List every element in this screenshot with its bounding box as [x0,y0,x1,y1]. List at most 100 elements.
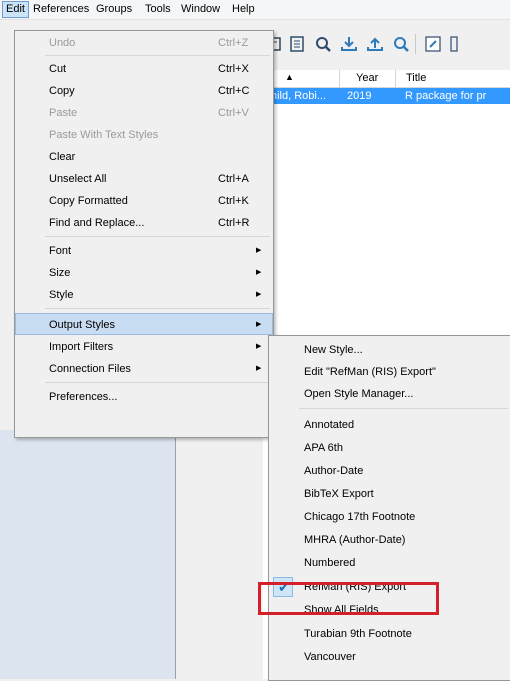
menu-item-label: Paste [49,107,78,119]
style-chicago-17th-footnote[interactable]: Chicago 17th Footnote [269,506,510,528]
submenu-item-label: Turabian 9th Footnote [304,628,412,640]
submenu-item-open-style-manager[interactable]: Open Style Manager... [269,383,510,405]
menu-separator [45,382,270,383]
menu-item-shortcut: Ctrl+R [218,217,250,229]
menu-item-label: Copy Formatted [49,195,128,207]
menu-item-find-and-replace[interactable]: Find and Replace... Ctrl+R [15,212,273,234]
annotation-highlight-box [258,582,439,615]
submenu-item-new-style[interactable]: New Style... [269,339,510,361]
style-author-date[interactable]: Author-Date [269,460,510,482]
column-header-title[interactable]: Title [396,70,510,88]
menubar: Edit References Groups Tools Window Help [0,0,510,20]
style-mhra-author-date[interactable]: MHRA (Author-Date) [269,529,510,551]
toolbar-document-icon[interactable] [287,34,307,54]
submenu-item-label: New Style... [304,344,363,356]
menu-item-label: Paste With Text Styles [49,129,159,141]
menu-item-label: Cut [49,63,67,75]
submenu-arrow-icon: ▶ [256,291,262,298]
pane-divider[interactable] [175,430,176,679]
submenu-item-label: Annotated [304,419,355,431]
style-numbered[interactable]: Numbered [269,552,510,574]
toolbar-upload-icon[interactable] [365,34,385,54]
menu-item-paste-with-text-styles[interactable]: Paste With Text Styles [15,124,273,146]
submenu-item-label: Vancouver [304,651,356,663]
submenu-item-edit-style[interactable]: Edit "RefMan (RIS) Export" [269,361,510,383]
menu-item-undo[interactable]: Undo Ctrl+Z [15,32,273,54]
menu-references[interactable]: References [30,2,92,17]
menu-item-shortcut: Ctrl+Z [218,37,249,49]
menu-item-shortcut: Ctrl+X [218,63,249,75]
menu-groups[interactable]: Groups [93,2,135,17]
row-author: hild, Robi... [271,90,327,102]
toolbar-online-search-icon[interactable] [313,34,333,54]
menu-item-label: Unselect All [49,173,107,185]
menu-separator [45,55,270,56]
toolbar-edge-icon[interactable] [449,34,469,54]
toolbar-find-fulltext-icon[interactable] [391,34,411,54]
style-bibtex-export[interactable]: BibTeX Export [269,483,510,505]
sort-ascending-icon: ▲ [285,72,294,82]
menu-item-label: Font [49,245,72,257]
submenu-arrow-icon: ▶ [256,321,262,328]
menu-item-font[interactable]: Font ▶ [15,240,273,262]
menu-separator [299,408,508,409]
menu-separator [45,236,270,237]
menu-item-label: Import Filters [49,341,114,353]
column-header-year[interactable]: Year [340,70,396,88]
menu-item-connection-files[interactable]: Connection Files ▶ [15,358,273,380]
submenu-arrow-icon: ▶ [256,269,262,276]
menu-item-unselect-all[interactable]: Unselect All Ctrl+A [15,168,273,190]
menu-tools[interactable]: Tools [142,2,174,17]
toolbar-attach-file-icon[interactable] [423,34,443,54]
menu-item-shortcut: Ctrl+C [218,85,250,97]
menu-item-cut[interactable]: Cut Ctrl+X [15,58,273,80]
style-vancouver[interactable]: Vancouver [269,646,510,668]
column-header-title-label: Title [406,72,427,84]
style-apa-6th[interactable]: APA 6th [269,437,510,459]
menu-item-label: Style [49,289,74,301]
menu-item-label: Connection Files [49,363,131,375]
style-turabian-9th-footnote[interactable]: Turabian 9th Footnote [269,623,510,645]
menu-item-label: Size [49,267,71,279]
submenu-item-label: Numbered [304,557,356,569]
groups-pane[interactable] [0,430,175,679]
menu-item-preferences[interactable]: Preferences... [15,386,273,408]
menu-item-shortcut: Ctrl+V [218,107,249,119]
submenu-item-label: APA 6th [304,442,343,454]
menu-separator [45,308,270,309]
submenu-item-label: Author-Date [304,465,364,477]
submenu-item-label: MHRA (Author-Date) [304,534,406,546]
menu-item-label: Preferences... [49,391,118,403]
submenu-item-label: Edit "RefMan (RIS) Export" [304,366,436,378]
menu-item-size[interactable]: Size ▶ [15,262,273,284]
style-annotated[interactable]: Annotated [269,414,510,436]
row-year: 2019 [347,90,372,102]
submenu-item-label: Chicago 17th Footnote [304,511,416,523]
menu-item-output-styles[interactable]: Output Styles ▶ [15,313,273,335]
column-header-author[interactable]: ▲ [263,70,340,88]
menu-item-label: Copy [49,85,75,97]
menu-item-label: Clear [49,151,76,163]
menu-item-paste[interactable]: Paste Ctrl+V [15,102,273,124]
submenu-item-label: BibTeX Export [304,488,374,500]
submenu-arrow-icon: ▶ [256,365,262,372]
row-title: R package for pr [405,90,487,102]
menu-edit[interactable]: Edit [2,1,29,18]
menu-window[interactable]: Window [178,2,223,17]
toolbar [263,28,510,62]
menu-item-style[interactable]: Style ▶ [15,284,273,306]
menu-item-label: Output Styles [49,319,116,331]
menu-item-label: Find and Replace... [49,217,145,229]
menu-item-import-filters[interactable]: Import Filters ▶ [15,336,273,358]
toolbar-separator [415,34,416,54]
table-row[interactable]: hild, Robi... 2019 R package for pr [263,88,510,104]
menu-help[interactable]: Help [229,2,258,17]
menu-item-clear[interactable]: Clear [15,146,273,168]
menu-item-copy-formatted[interactable]: Copy Formatted Ctrl+K [15,190,273,212]
menu-item-shortcut: Ctrl+A [218,173,249,185]
column-header-year-label: Year [356,72,379,84]
submenu-arrow-icon: ▶ [256,247,262,254]
toolbar-download-icon[interactable] [339,34,359,54]
menu-item-copy[interactable]: Copy Ctrl+C [15,80,273,102]
submenu-item-label: Open Style Manager... [304,388,414,400]
